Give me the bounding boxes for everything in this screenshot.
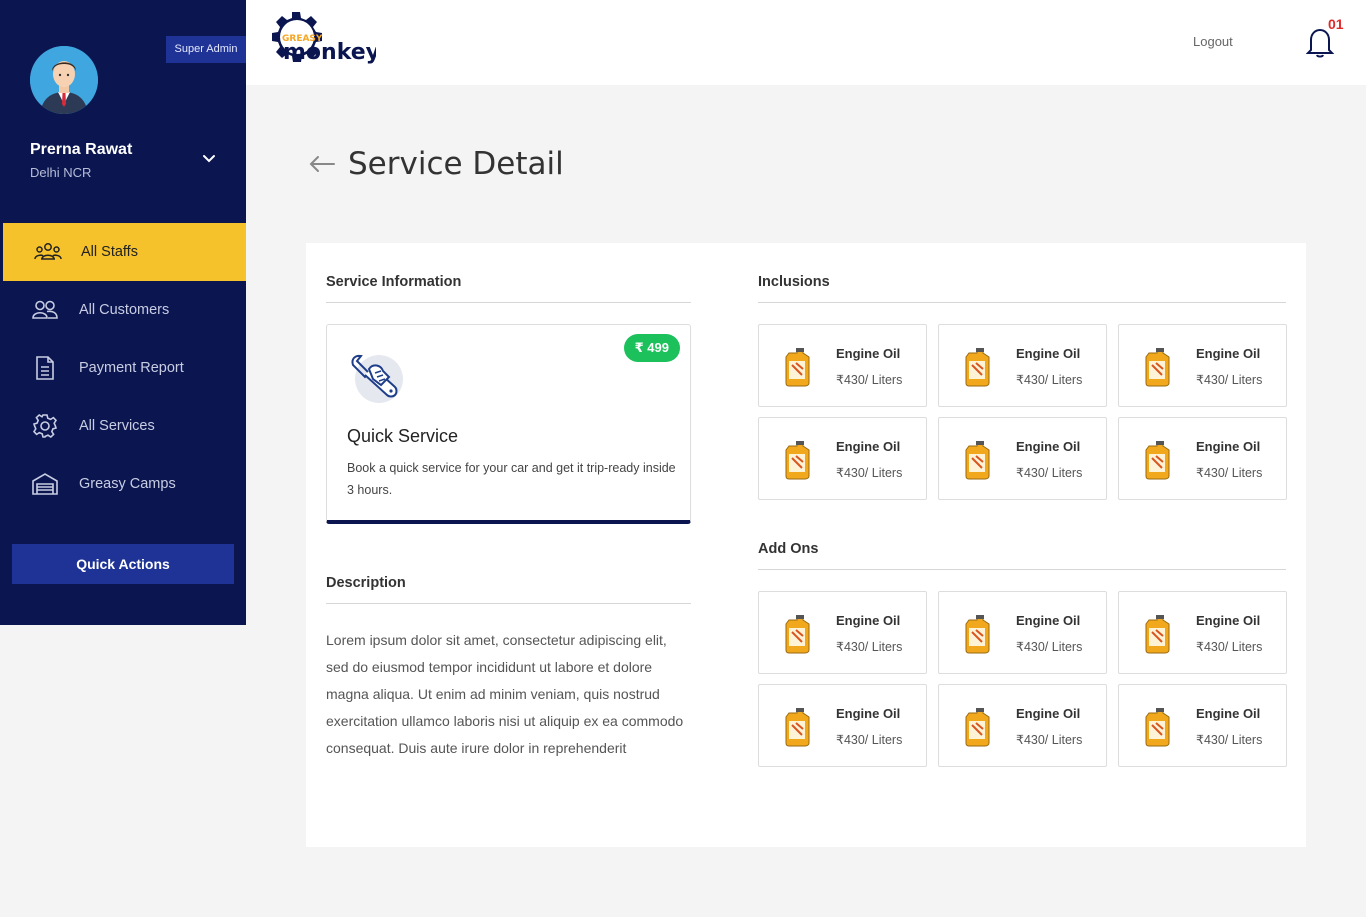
sidebar-item-greasy-camps[interactable]: Greasy Camps: [0, 455, 246, 513]
customers-icon: [30, 297, 60, 323]
gear-icon: [30, 413, 60, 439]
user-location: Delhi NCR: [30, 165, 92, 180]
avatar[interactable]: [30, 46, 98, 114]
logout-link[interactable]: Logout: [1193, 34, 1233, 49]
engine-oil-icon: [781, 440, 815, 480]
svg-text:monkey: monkey: [283, 40, 376, 65]
service-detail-card: Service Information ₹ 499 Quick Service …: [306, 243, 1306, 847]
engine-oil-icon: [1141, 347, 1175, 387]
description-text: Lorem ipsum dolor sit amet, consectetur …: [326, 632, 684, 756]
service-info-card: ₹ 499 Quick Service Book a quick service…: [326, 324, 691, 524]
inclusion-item[interactable]: Engine Oil ₹430/ Liters: [938, 417, 1107, 500]
sidebar-nav: All Staffs All Customers Payment Report: [0, 223, 246, 513]
service-name: Quick Service: [347, 426, 459, 446]
greasy-monkey-logo[interactable]: GREASY monkey: [266, 8, 380, 76]
chevron-down-icon[interactable]: [200, 150, 218, 168]
inclusion-item[interactable]: Engine Oil ₹430/ Liters: [1118, 417, 1287, 500]
engine-oil-icon: [1141, 440, 1175, 480]
wrench-hand-icon: [347, 343, 405, 405]
add-on-item[interactable]: Engine Oil ₹430/ Liters: [1118, 591, 1287, 674]
sidebar-item-all-services[interactable]: All Services: [0, 397, 246, 455]
engine-oil-icon: [961, 347, 995, 387]
page-title: Service Detail: [348, 146, 564, 182]
report-document-icon: [30, 355, 60, 381]
add-ons-heading: Add Ons: [758, 541, 1286, 570]
top-header: GREASY monkey Logout 01: [246, 0, 1366, 85]
garage-icon: [30, 471, 60, 497]
engine-oil-icon: [781, 614, 815, 654]
engine-oil-icon: [781, 347, 815, 387]
sidebar-item-label: All Staffs: [81, 244, 138, 260]
notification-count: 01: [1328, 16, 1344, 32]
rupee-icon: ₹: [634, 340, 648, 355]
engine-oil-icon: [781, 707, 815, 747]
sidebar: Super Admin Prerna Rawat Delhi NCR All S…: [0, 0, 246, 625]
description-heading: Description: [326, 575, 691, 604]
add-on-item[interactable]: Engine Oil ₹430/ Liters: [938, 591, 1107, 674]
sidebar-item-payment-report[interactable]: Payment Report: [0, 339, 246, 397]
engine-oil-icon: [961, 707, 995, 747]
add-on-item[interactable]: Engine Oil ₹430/ Liters: [758, 591, 927, 674]
service-description: Book a quick service for your car and ge…: [347, 461, 676, 497]
inclusion-item[interactable]: Engine Oil ₹430/ Liters: [758, 324, 927, 407]
inclusions-heading: Inclusions: [758, 274, 1286, 303]
staff-group-icon: [33, 239, 63, 265]
add-on-item[interactable]: Engine Oil ₹430/ Liters: [1118, 684, 1287, 767]
role-badge: Super Admin: [166, 36, 246, 63]
sidebar-item-label: Greasy Camps: [79, 476, 176, 492]
sidebar-item-label: All Services: [79, 418, 155, 434]
inclusion-item[interactable]: Engine Oil ₹430/ Liters: [938, 324, 1107, 407]
sidebar-item-label: All Customers: [79, 302, 170, 318]
add-ons-grid: Engine Oil ₹430/ Liters Engine Oil ₹430/…: [758, 591, 1287, 767]
user-name: Prerna Rawat: [30, 141, 133, 158]
sidebar-item-all-staffs[interactable]: All Staffs: [3, 223, 246, 281]
add-on-item[interactable]: Engine Oil ₹430/ Liters: [758, 684, 927, 767]
inclusions-grid: Engine Oil ₹430/ Liters Engine Oil ₹430/…: [758, 324, 1287, 500]
inclusion-item[interactable]: Engine Oil ₹430/ Liters: [1118, 324, 1287, 407]
back-arrow-icon[interactable]: [308, 152, 336, 176]
add-on-item[interactable]: Engine Oil ₹430/ Liters: [938, 684, 1107, 767]
inclusion-item[interactable]: Engine Oil ₹430/ Liters: [758, 417, 927, 500]
service-information-heading: Service Information: [326, 274, 691, 303]
quick-actions-button[interactable]: Quick Actions: [12, 544, 234, 584]
price-badge: ₹ 499: [623, 334, 680, 362]
engine-oil-icon: [961, 614, 995, 654]
engine-oil-icon: [1141, 707, 1175, 747]
sidebar-item-label: Payment Report: [79, 360, 184, 376]
sidebar-item-all-customers[interactable]: All Customers: [0, 281, 246, 339]
engine-oil-icon: [961, 440, 995, 480]
engine-oil-icon: [1141, 614, 1175, 654]
